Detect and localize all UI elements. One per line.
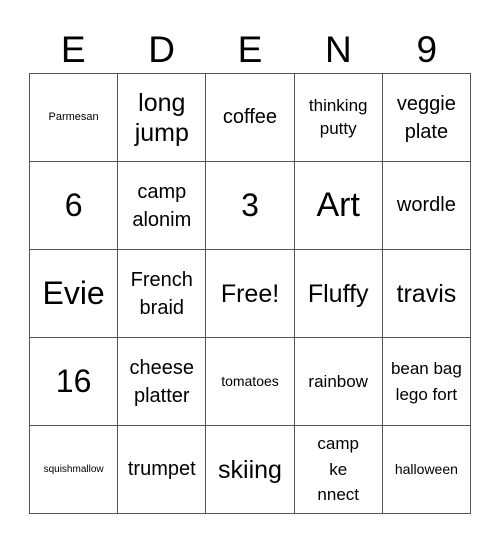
bingo-cell[interactable]: squishmallow xyxy=(30,426,119,514)
bingo-cell[interactable]: 3 xyxy=(206,162,295,250)
bingo-cell[interactable]: skiing xyxy=(206,426,295,514)
header-letter: E xyxy=(60,29,86,70)
bingo-cell[interactable]: halloween xyxy=(382,426,471,514)
bingo-cell[interactable]: trumpet xyxy=(118,426,207,514)
bingo-cell[interactable]: travis xyxy=(382,250,471,338)
header-letter: N xyxy=(325,29,352,70)
bingo-cell[interactable]: bean bag lego fort xyxy=(382,338,471,426)
bingo-cell[interactable]: thinking putty xyxy=(294,74,383,162)
bingo-cell[interactable]: Evie xyxy=(30,250,119,338)
bingo-header: E D E N 9 xyxy=(29,28,471,72)
bingo-cell[interactable]: rainbow xyxy=(294,338,383,426)
header-letter: E xyxy=(237,29,263,70)
bingo-cell[interactable]: 6 xyxy=(30,162,119,250)
bingo-cell[interactable]: 16 xyxy=(30,338,119,426)
bingo-cell[interactable]: camp alonim xyxy=(118,162,207,250)
bingo-cell[interactable]: wordle xyxy=(382,162,471,250)
bingo-cell[interactable]: coffee xyxy=(206,74,295,162)
bingo-cell[interactable]: Parmesan xyxy=(30,74,119,162)
bingo-cell[interactable]: Fluffy xyxy=(294,250,383,338)
header-letter: 9 xyxy=(416,29,438,70)
bingo-cell[interactable]: tomatoes xyxy=(206,338,295,426)
bingo-cell[interactable]: veggie plate xyxy=(382,74,471,162)
free-space-cell[interactable]: Free! xyxy=(206,250,295,338)
bingo-cell[interactable]: cheese platter xyxy=(118,338,207,426)
bingo-grid: Parmesan long jump coffee thinking putty… xyxy=(29,73,471,514)
header-letter: D xyxy=(148,29,175,70)
bingo-cell[interactable]: camp ke nnect xyxy=(294,426,383,514)
bingo-cell[interactable]: French braid xyxy=(118,250,207,338)
bingo-cell[interactable]: Art xyxy=(294,162,383,250)
bingo-cell[interactable]: long jump xyxy=(118,74,207,162)
